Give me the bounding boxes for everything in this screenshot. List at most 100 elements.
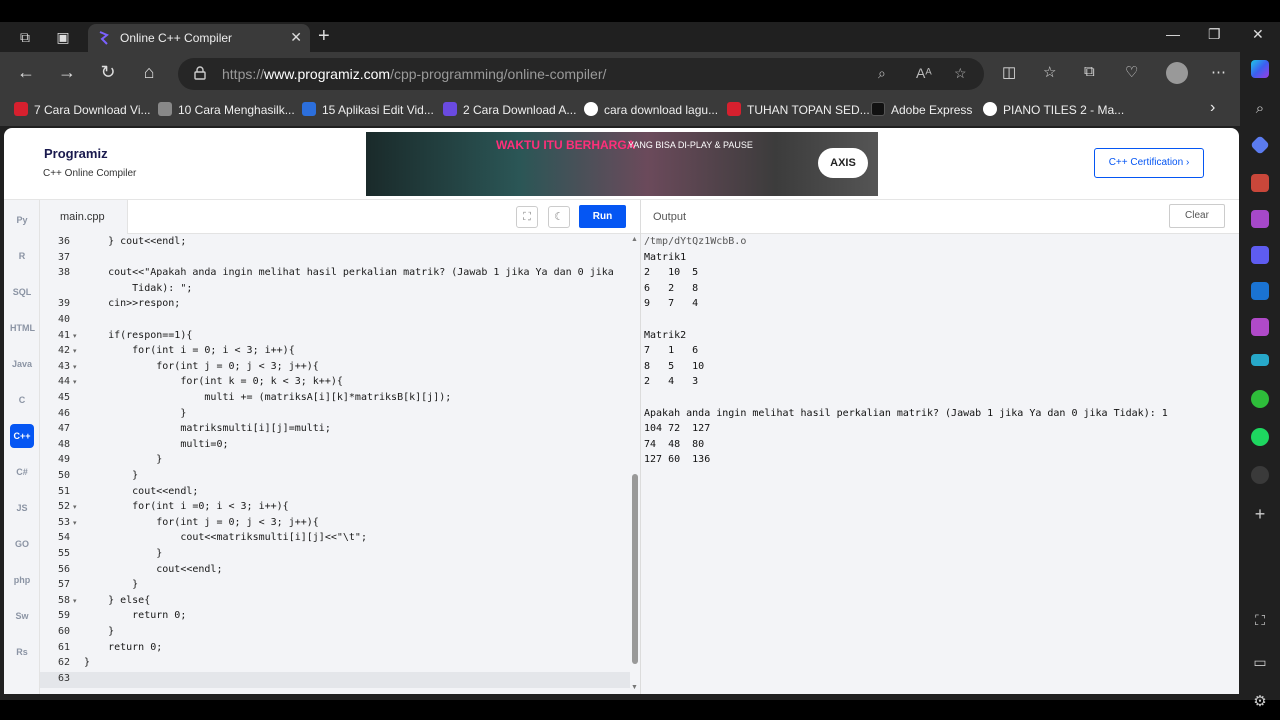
code-line[interactable]: multi=0; [84, 439, 228, 450]
bookmarks-more-chevron-icon[interactable]: › [1210, 99, 1215, 117]
scrollbar-thumb[interactable] [632, 474, 638, 664]
bookmark-item[interactable]: 7 Cara Download Vi... [14, 102, 151, 117]
code-line[interactable]: } [84, 470, 138, 481]
send-icon[interactable] [1251, 354, 1269, 366]
fold-arrow-icon[interactable]: ▾ [73, 503, 77, 511]
fold-arrow-icon[interactable]: ▾ [73, 347, 77, 355]
games-icon[interactable] [1251, 210, 1269, 228]
code-line[interactable]: } [84, 626, 114, 637]
clear-button[interactable]: Clear [1169, 204, 1225, 228]
code-line[interactable]: cout<<matriksmulti[i][j]<<"\t"; [84, 532, 367, 543]
code-line[interactable]: for(int i = 0; i < 3; i++){ [84, 345, 295, 356]
search-icon[interactable]: ⌕ [1251, 100, 1269, 118]
read-aloud-icon[interactable]: Aᴬ [916, 65, 932, 81]
tools-icon[interactable] [1251, 174, 1269, 192]
language-html-icon[interactable]: HTML [10, 316, 35, 340]
tab-online-compiler[interactable]: Online C++ Compiler ✕ [88, 24, 310, 52]
screenshot-icon[interactable]: ⛶ [1251, 612, 1269, 630]
sidebar-toggle-icon[interactable]: ▭ [1251, 654, 1269, 672]
microsoft365-icon[interactable] [1251, 246, 1269, 264]
tab-actions-icon[interactable]: ▣ [54, 28, 72, 46]
home-button[interactable]: ⌂ [138, 62, 160, 83]
restore-button[interactable]: ❐ [1208, 26, 1221, 43]
code-line[interactable]: return 0; [84, 610, 186, 621]
bookmark-item[interactable]: PIANO TILES 2 - Ma... [983, 102, 1124, 117]
code-line[interactable]: cout<<"Apakah anda ingin melihat hasil p… [84, 267, 614, 278]
profile-avatar[interactable] [1166, 62, 1188, 84]
add-icon[interactable]: + [1251, 504, 1269, 524]
programiz-logo[interactable]: Programiz [44, 146, 108, 161]
file-tab[interactable]: main.cpp [40, 200, 128, 234]
bookmark-item[interactable]: 15 Aplikasi Edit Vid... [302, 102, 434, 117]
code-line[interactable]: multi += (matriksA[i][k]*matriksB[k][j])… [84, 392, 451, 403]
scroll-up-icon[interactable]: ▲ [631, 236, 638, 243]
code-line[interactable]: } [84, 548, 162, 559]
code-line[interactable]: cout<<endl; [84, 486, 198, 497]
code-line[interactable]: if(respon==1){ [84, 330, 192, 341]
code-line[interactable]: cout<<endl; [84, 564, 222, 575]
bookmark-item[interactable]: TUHAN TOPAN SED... [727, 102, 870, 117]
zoom-icon[interactable]: ⌕ [878, 65, 886, 82]
language-cpp-icon[interactable]: C++ [10, 424, 34, 448]
code-editor[interactable]: 36 } cout<<endl; 37 38 cout<<"Apakah anda … [40, 234, 630, 694]
ad-banner[interactable]: WAKTU ITU BERHARGA YANG BISA DI-PLAY & P… [366, 132, 878, 196]
minimize-button[interactable]: — [1166, 26, 1180, 42]
browser-essentials-icon[interactable]: ♡ [1125, 63, 1138, 81]
close-window-button[interactable]: ✕ [1252, 26, 1264, 43]
new-tab-button[interactable]: + [318, 25, 330, 48]
certification-button[interactable]: C++ Certification › [1094, 148, 1204, 178]
workspaces-icon[interactable]: ⧉ [16, 28, 34, 46]
language-java-icon[interactable]: Java [10, 352, 34, 376]
more-menu-icon[interactable]: ⋯ [1211, 63, 1226, 81]
tree-icon[interactable] [1251, 390, 1269, 408]
fold-arrow-icon[interactable]: ▾ [73, 363, 77, 371]
code-line[interactable]: } [84, 454, 162, 465]
code-line[interactable]: for(int i =0; i < 3; i++){ [84, 501, 289, 512]
bookmark-item[interactable]: cara download lagu... [584, 102, 718, 117]
code-line[interactable]: } [84, 657, 90, 668]
bookmark-item[interactable]: Adobe Express [871, 102, 972, 117]
language-csharp-icon[interactable]: C# [10, 460, 34, 484]
language-r-icon[interactable]: R [10, 244, 34, 268]
fold-arrow-icon[interactable]: ▾ [73, 597, 77, 605]
fold-arrow-icon[interactable]: ▾ [73, 378, 77, 386]
shopping-tag-icon[interactable] [1250, 135, 1270, 155]
settings-gear-icon[interactable]: ⚙ [1251, 692, 1269, 710]
scroll-down-icon[interactable]: ▼ [631, 684, 638, 691]
language-rust-icon[interactable]: Rs [10, 640, 34, 664]
run-button[interactable]: Run [579, 205, 626, 228]
close-tab-icon[interactable]: ✕ [290, 29, 302, 46]
bookmark-item[interactable]: 10 Cara Menghasilk... [158, 102, 295, 117]
code-line[interactable]: matriksmulti[i][j]=multi; [84, 423, 331, 434]
code-line[interactable]: for(int k = 0; k < 3; k++){ [84, 376, 343, 387]
fullscreen-icon[interactable]: ⛶ [516, 206, 538, 228]
language-go-icon[interactable]: GO [10, 532, 34, 556]
code-line[interactable]: } [84, 408, 186, 419]
fold-arrow-icon[interactable]: ▾ [73, 332, 77, 340]
favorite-star-icon[interactable]: ☆ [954, 65, 967, 82]
copilot-icon[interactable] [1251, 60, 1269, 78]
outlook-icon[interactable] [1251, 282, 1269, 300]
spotify-icon[interactable] [1251, 428, 1269, 446]
dark-mode-moon-icon[interactable]: ☾ [548, 206, 570, 228]
language-sql-icon[interactable]: SQL [10, 280, 34, 304]
collections-icon[interactable]: ⧉ [1084, 63, 1095, 80]
code-line[interactable]: Tidak): "; [84, 283, 192, 294]
language-c-icon[interactable]: C [10, 388, 34, 412]
language-php-icon[interactable]: php [10, 568, 34, 592]
code-line[interactable]: } else{ [84, 595, 150, 606]
code-line[interactable]: cin>>respon; [84, 298, 180, 309]
code-line[interactable]: for(int j = 0; j < 3; j++){ [84, 361, 319, 372]
favorites-icon[interactable]: ☆ [1043, 63, 1056, 81]
designer-icon[interactable] [1251, 318, 1269, 336]
address-bar[interactable]: https://www.programiz.com/cpp-programmin… [178, 58, 984, 90]
code-line[interactable]: for(int j = 0; j < 3; j++){ [84, 517, 319, 528]
refresh-button[interactable]: ↻ [97, 62, 119, 83]
code-line[interactable]: } cout<<endl; [84, 236, 186, 247]
editor-scrollbar[interactable]: ▲ ▼ [630, 234, 640, 694]
language-js-icon[interactable]: JS [10, 496, 34, 520]
back-button[interactable]: ← [15, 62, 37, 83]
fold-arrow-icon[interactable]: ▾ [73, 519, 77, 527]
bookmark-item[interactable]: 2 Cara Download A... [443, 102, 576, 117]
code-line[interactable]: return 0; [84, 642, 162, 653]
